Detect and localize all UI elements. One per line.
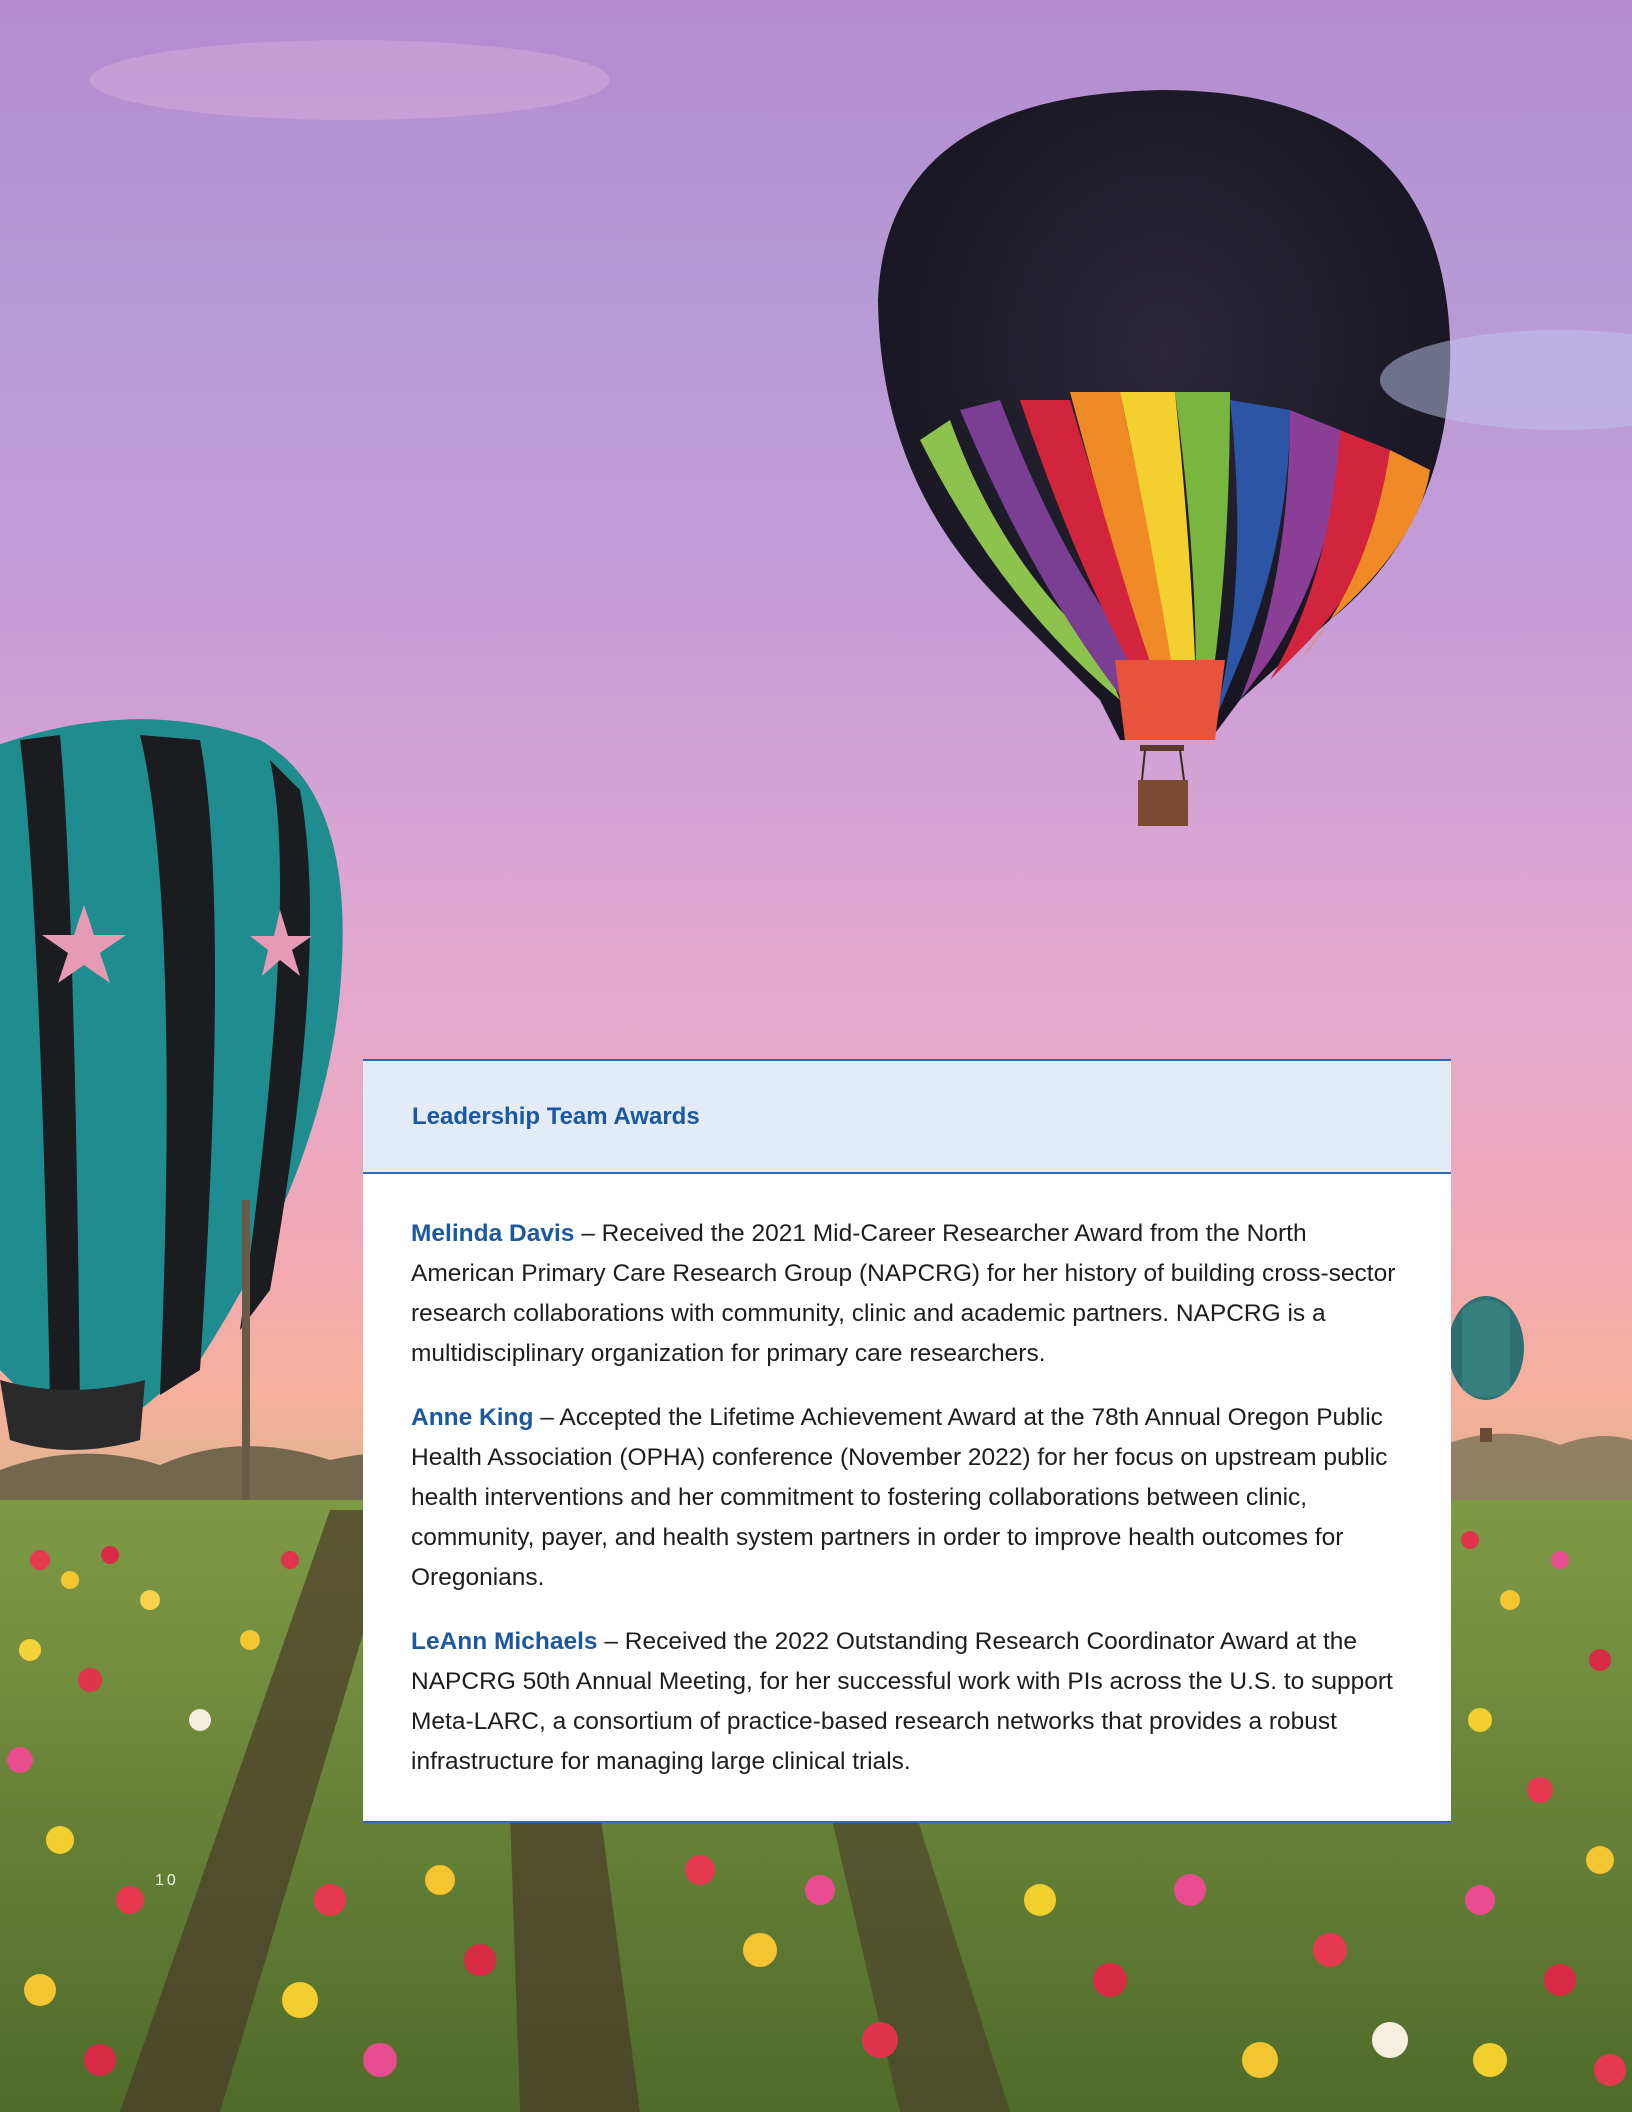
- awardee-name: Anne King: [411, 1404, 534, 1431]
- awardee-name: Melinda Davis: [411, 1220, 575, 1247]
- award-entry: Anne King – Accepted the Lifetime Achiev…: [411, 1398, 1403, 1598]
- card-header: Leadership Team Awards: [363, 1061, 1451, 1174]
- award-entry: LeAnn Michaels – Received the 2022 Outst…: [411, 1622, 1403, 1782]
- page-number: 10: [155, 1872, 179, 1889]
- section-title: Leadership Team Awards: [412, 1102, 700, 1130]
- awards-card: Leadership Team Awards Melinda Davis – R…: [363, 1059, 1451, 1823]
- awardee-name: LeAnn Michaels: [411, 1628, 598, 1655]
- award-entry: Melinda Davis – Received the 2021 Mid-Ca…: [411, 1214, 1403, 1374]
- award-description: – Accepted the Lifetime Achievement Awar…: [411, 1404, 1388, 1591]
- card-body: Melinda Davis – Received the 2021 Mid-Ca…: [363, 1174, 1451, 1782]
